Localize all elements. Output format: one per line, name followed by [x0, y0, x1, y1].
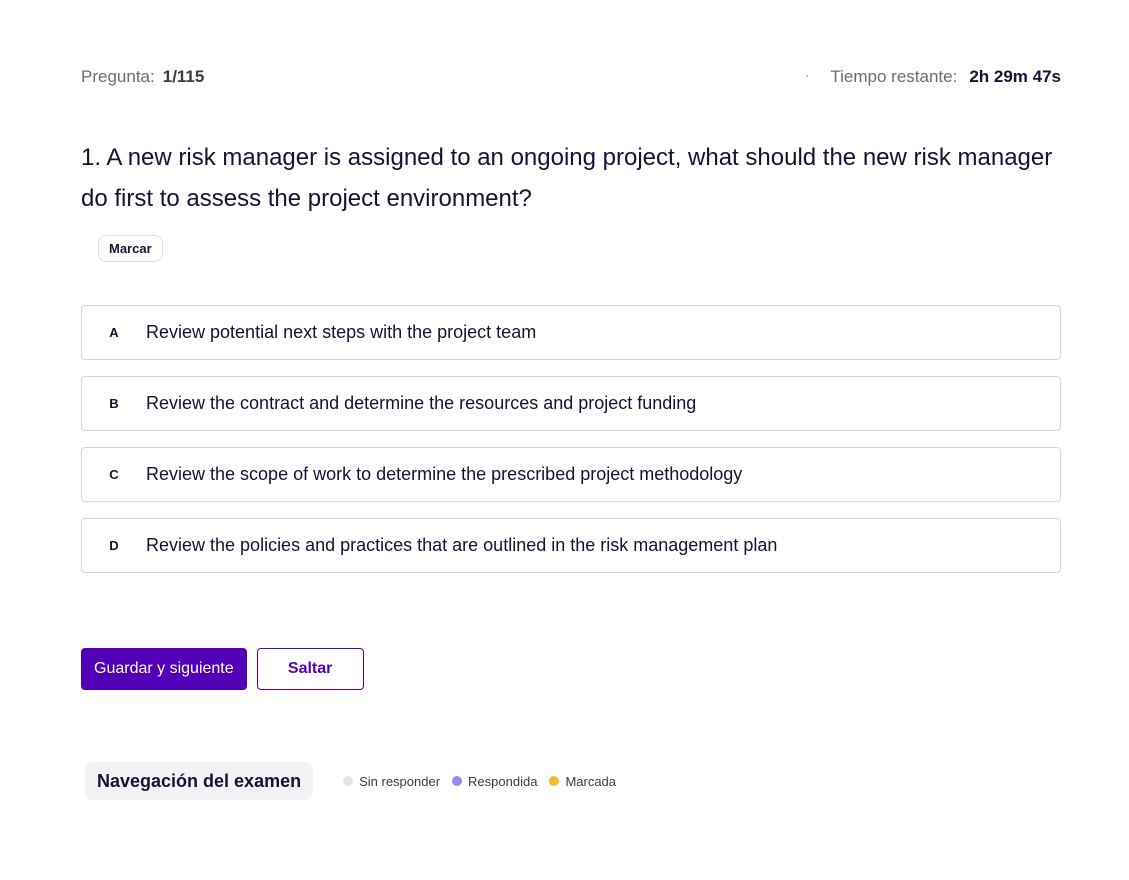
option-letter: D: [109, 538, 119, 553]
option-letter: B: [109, 396, 119, 411]
question-counter-label: Pregunta:: [81, 67, 155, 86]
option-letter: C: [109, 467, 119, 482]
exam-navigation: Navegación del examen Sin responder Resp…: [85, 762, 628, 800]
option-text: Review the policies and practices that a…: [146, 535, 778, 555]
time-remaining: Tiempo restante: 2h 29m 47s: [806, 64, 1061, 90]
option-c[interactable]: C Review the scope of work to determine …: [81, 447, 1061, 502]
question-text: 1. A new risk manager is assigned to an …: [81, 144, 1053, 212]
legend-marked: Marcada: [549, 774, 616, 789]
legend-label: Respondida: [468, 773, 538, 789]
save-next-button[interactable]: Guardar y siguiente: [81, 648, 247, 690]
question-counter: Pregunta: 1/115: [81, 64, 204, 90]
answered-dot-icon: [452, 776, 463, 786]
mark-button[interactable]: Marcar: [98, 235, 163, 262]
legend-answered: Respondida: [452, 774, 537, 789]
exam-navigation-toggle[interactable]: Navegación del examen: [85, 762, 314, 800]
option-letter: A: [109, 325, 119, 340]
time-remaining-label: Tiempo restante:: [830, 67, 958, 86]
option-text: Review potential next steps with the pro…: [146, 322, 537, 342]
marked-dot-icon: [549, 776, 560, 786]
option-text: Review the contract and determine the re…: [146, 393, 697, 413]
option-b[interactable]: B Review the contract and determine the …: [81, 376, 1061, 431]
exam-header: Pregunta: 1/115 Tiempo restante: 2h 29m 4…: [81, 64, 1061, 90]
skip-button[interactable]: Saltar: [256, 648, 364, 690]
option-text: Review the scope of work to determine th…: [146, 464, 743, 484]
exam-page: Pregunta: 1/115 Tiempo restante: 2h 29m 4…: [0, 0, 1129, 880]
time-remaining-value: 2h 29m 47s: [969, 67, 1061, 86]
unanswered-dot-icon: [343, 776, 354, 786]
legend-unanswered: Sin responder: [343, 774, 440, 789]
status-legend: Sin responder Respondida Marcada: [343, 774, 628, 789]
action-buttons: Guardar y siguiente Saltar: [81, 648, 364, 690]
legend-label: Marcada: [565, 773, 617, 789]
separator-dot: [806, 75, 809, 77]
option-a[interactable]: A Review potential next steps with the p…: [81, 305, 1061, 360]
question-counter-value: 1/115: [162, 67, 205, 86]
legend-label: Sin responder: [359, 773, 441, 789]
option-d[interactable]: D Review the policies and practices that…: [81, 518, 1061, 573]
answer-options: A Review potential next steps with the p…: [81, 305, 1061, 589]
